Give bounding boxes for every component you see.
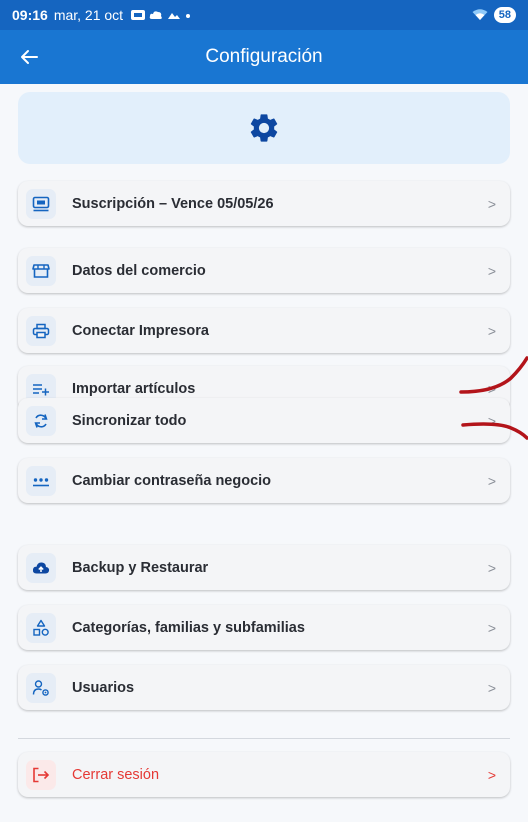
chevron-right-icon: > [487, 559, 496, 576]
logout-button[interactable]: Cerrar sesión > [18, 752, 510, 797]
menu-item-label: Sincronizar todo [72, 412, 187, 429]
menu-item-label: Importar artículos [72, 380, 196, 397]
users-settings-icon [26, 672, 56, 703]
menu-item-label: Conectar Impresora [72, 322, 209, 339]
categories-icon [26, 612, 56, 643]
menu-item-cambiar-contrasena[interactable]: Cambiar contraseña negocio > [18, 458, 510, 503]
menu-item-datos-comercio[interactable]: Datos del comercio > [18, 248, 510, 293]
menu-item-label: Categorías, familias y subfamilias [72, 619, 305, 636]
settings-header [18, 92, 510, 164]
sync-icon [26, 405, 56, 436]
chevron-right-icon: > [487, 195, 496, 212]
cloud-icon [149, 11, 162, 19]
store-icon [26, 255, 56, 286]
menu-item-categorias[interactable]: Categorías, familias y subfamilias > [18, 605, 510, 650]
menu-item-backup-restaurar[interactable]: Backup y Restaurar > [18, 545, 510, 590]
gear-icon [250, 114, 278, 142]
dot-icon [186, 14, 191, 18]
chevron-right-icon: > [487, 766, 496, 783]
menu-item-conectar-impresora[interactable]: Conectar Impresora > [18, 308, 510, 353]
back-button[interactable] [16, 44, 42, 70]
wifi-icon [472, 9, 488, 20]
menu-item-usuarios[interactable]: Usuarios > [18, 665, 510, 710]
page-title: Configuración [205, 46, 323, 67]
chevron-right-icon: > [487, 322, 496, 339]
notification-icon [131, 10, 146, 20]
menu-item-suscripcion[interactable]: Suscripción – Vence 05/05/26 > [18, 181, 510, 226]
notification-icons [131, 10, 191, 20]
battery-indicator: 58 [493, 7, 516, 23]
chevron-right-icon: > [487, 262, 496, 279]
menu-item-sincronizar-todo[interactable]: Sincronizar todo > [18, 398, 510, 443]
weather-icon [168, 13, 181, 19]
chevron-right-icon: > [487, 472, 496, 489]
menu-item-label: Backup y Restaurar [72, 559, 209, 576]
menu-item-label: Usuarios [72, 679, 135, 696]
arrow-left-icon [21, 50, 38, 64]
app-bar: Configuración [0, 30, 528, 84]
menu-item-label: Cambiar contraseña negocio [72, 472, 272, 489]
chevron-right-icon: > [487, 619, 496, 636]
logout-label: Cerrar sesión [72, 766, 160, 783]
status-date: mar, 21 oct [53, 7, 124, 23]
card-icon [26, 188, 56, 219]
status-bar: 09:16 mar, 21 oct 58 [0, 0, 528, 30]
password-icon [26, 465, 56, 496]
printer-icon [26, 315, 56, 346]
cloud-upload-icon [26, 552, 56, 583]
divider [18, 738, 510, 739]
menu-item-label: Suscripción – Vence 05/05/26 [72, 195, 274, 212]
chevron-right-icon: > [487, 679, 496, 696]
status-time: 09:16 [12, 7, 48, 23]
chevron-right-icon: > [487, 380, 496, 397]
chevron-right-icon: > [487, 412, 496, 429]
menu-item-label: Datos del comercio [72, 262, 206, 279]
logout-icon [26, 759, 56, 790]
